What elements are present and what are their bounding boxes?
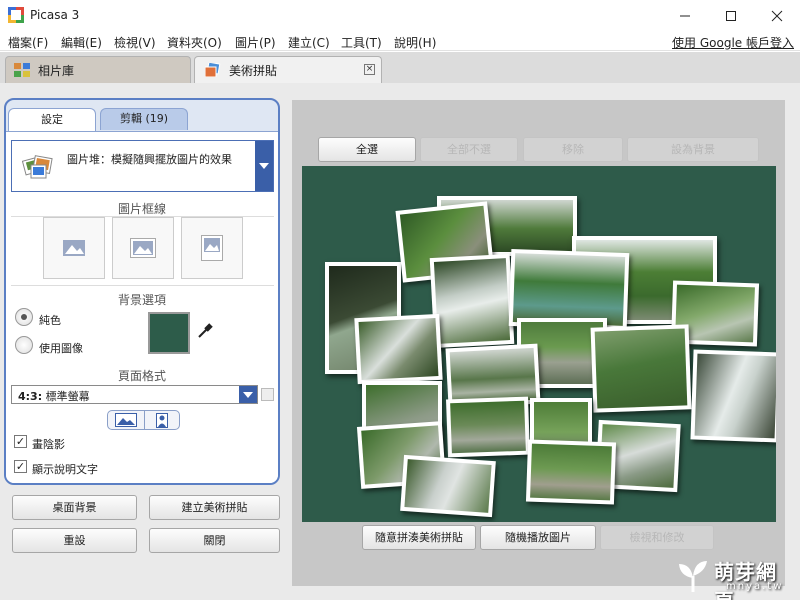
collage-style-label: 圖片堆：模擬隨興擺放圖片的效果 (67, 153, 232, 166)
portrait-icon (156, 412, 168, 428)
collage-icon (205, 63, 221, 77)
menu-folder[interactable]: 資料夾(O) (167, 34, 222, 51)
collage-style-dropdown[interactable]: 圖片堆：模擬隨興擺放圖片的效果 (11, 140, 274, 192)
watermark-text: 萌芽網頁 (714, 560, 777, 600)
frame-option-none[interactable] (43, 217, 105, 279)
divider (11, 285, 274, 286)
desktop-background-button[interactable]: 桌面背景 (12, 495, 137, 520)
tab-settings[interactable]: 設定 (8, 108, 96, 132)
title-bar: Picasa 3 (0, 0, 800, 31)
drop-shadow-label: 畫陰影 (32, 438, 65, 451)
dropdown-arrow[interactable] (255, 141, 273, 191)
tab-library-label: 相片庫 (38, 63, 75, 78)
bg-image-label: 使用圖像 (39, 342, 83, 355)
maximize-icon (726, 10, 736, 21)
collage-canvas[interactable] (302, 166, 776, 522)
frame-polaroid-icon (201, 235, 223, 261)
close-tab-icon[interactable]: × (364, 64, 375, 75)
google-signin-link[interactable]: 使用 Google 帳戶登入 (672, 34, 794, 51)
minimize-button[interactable] (662, 0, 708, 31)
collage-photo[interactable] (354, 313, 443, 385)
tab-collage[interactable]: 美術拼貼 × (194, 56, 382, 83)
format-name: 標準螢幕 (45, 390, 90, 403)
close-window-button[interactable] (754, 0, 800, 31)
chevron-down-icon (243, 391, 253, 398)
frame-section-title: 圖片框線 (117, 202, 166, 216)
tab-collage-label: 美術拼貼 (229, 63, 278, 78)
portrait-button[interactable] (145, 411, 179, 429)
collage-photo[interactable] (690, 349, 776, 443)
shuffle-collage-button[interactable]: 隨意拼湊美術拼貼 (362, 525, 476, 550)
tab-library[interactable]: 相片庫 (5, 56, 191, 83)
library-icon (14, 63, 30, 77)
menu-help[interactable]: 說明(H) (394, 34, 436, 51)
chevron-down-icon (259, 163, 269, 169)
landscape-button[interactable] (108, 411, 145, 429)
bg-solid-radio[interactable] (15, 308, 33, 326)
close-icon (771, 10, 783, 21)
menu-view[interactable]: 檢視(V) (114, 34, 156, 51)
background-section-title: 背景選項 (117, 293, 166, 307)
review-edit-button[interactable]: 檢視和修改 (600, 525, 714, 550)
menu-bar: 檔案(F) 編輯(E) 檢視(V) 資料夾(O) 圖片(P) 建立(C) 工具(… (0, 31, 800, 51)
frame-white-icon (130, 238, 156, 258)
collage-photo[interactable] (446, 396, 530, 458)
frame-option-polaroid[interactable] (181, 217, 243, 279)
orientation-toggle (107, 410, 180, 430)
show-captions-label: 顯示說明文字 (32, 463, 98, 476)
format-section-title: 頁面格式 (117, 369, 166, 383)
collage-photo[interactable] (590, 324, 692, 413)
collage-photo[interactable] (400, 454, 496, 518)
menu-file[interactable]: 檔案(F) (8, 34, 48, 51)
close-button[interactable]: 關閉 (149, 528, 280, 553)
shuffle-pictures-button[interactable]: 隨機播放圖片 (480, 525, 596, 550)
frame-none-icon (63, 240, 85, 256)
collage-photo[interactable] (429, 253, 515, 349)
watermark-url: mnya.tw (726, 581, 784, 592)
menu-edit[interactable]: 編輯(E) (61, 34, 102, 51)
create-collage-button[interactable]: 建立美術拼貼 (149, 495, 280, 520)
bg-color-swatch[interactable] (148, 312, 190, 354)
collage-preview-area: 全選 全部不選 移除 設為背景 隨意拼湊美術拼貼 隨機播放圖片 檢視和修改 (292, 100, 785, 586)
window-title: Picasa 3 (30, 8, 80, 22)
bg-solid-label: 純色 (39, 314, 61, 327)
format-options-icon[interactable] (261, 388, 274, 401)
watermark: 萌芽網頁 mnya.tw (676, 556, 796, 600)
picture-pile-icon (22, 155, 53, 179)
eyedropper-icon[interactable] (197, 323, 213, 339)
menu-tools[interactable]: 工具(T) (341, 34, 382, 51)
tab-bar: 相片庫 美術拼貼 × (0, 52, 800, 83)
reset-button[interactable]: 重設 (12, 528, 137, 553)
set-background-button[interactable]: 設為背景 (627, 137, 759, 162)
collage-settings-panel: 設定 剪輯 (19) 圖片堆：模擬隨興擺放圖片的效果 圖片框線 背景選項 純色 … (4, 98, 280, 485)
minimize-icon (680, 15, 690, 16)
bg-image-radio[interactable] (15, 336, 33, 354)
deselect-all-button[interactable]: 全部不選 (420, 137, 518, 162)
page-format-dropdown[interactable]: 4:3: 標準螢幕 (11, 385, 258, 404)
sprout-logo-icon (679, 561, 707, 592)
select-all-button[interactable]: 全選 (318, 137, 416, 162)
page-format-value: 4:3: 標準螢幕 (18, 388, 90, 404)
collage-photo[interactable] (525, 439, 617, 505)
picasa-app-icon (8, 7, 24, 23)
menu-picture[interactable]: 圖片(P) (235, 34, 276, 51)
landscape-icon (115, 413, 137, 427)
menu-create[interactable]: 建立(C) (288, 34, 330, 51)
frame-option-white[interactable] (112, 217, 174, 279)
tab-clips[interactable]: 剪輯 (19) (100, 108, 188, 130)
remove-button[interactable]: 移除 (523, 137, 623, 162)
settings-body: 圖片堆：模擬隨興擺放圖片的效果 圖片框線 背景選項 純色 使用圖像 頁面格式 4… (6, 131, 278, 483)
dropdown-arrow[interactable] (239, 386, 257, 403)
format-ratio: 4:3: (18, 390, 43, 403)
maximize-button[interactable] (708, 0, 754, 31)
drop-shadow-checkbox[interactable]: ✓ (14, 435, 27, 448)
show-captions-checkbox[interactable]: ✓ (14, 460, 27, 473)
